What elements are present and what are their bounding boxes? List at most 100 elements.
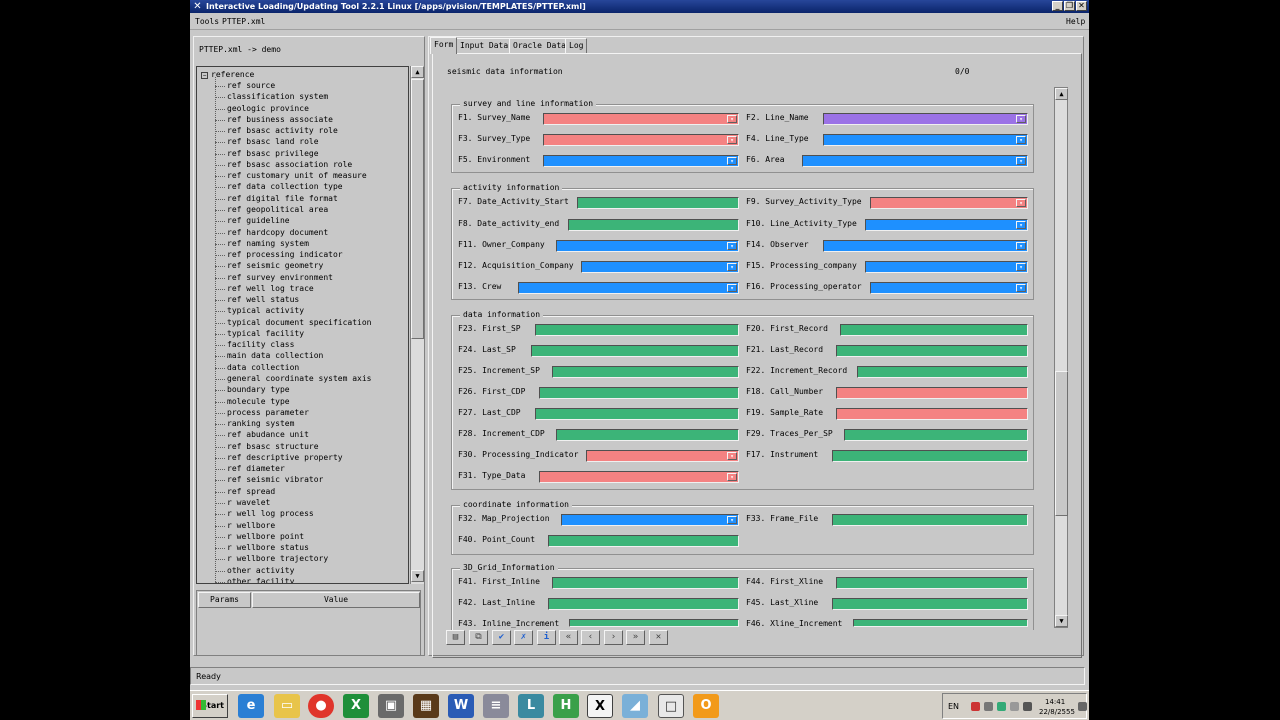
dropdown-arrow-icon[interactable]: ▾ (1016, 157, 1026, 165)
f19-input[interactable] (836, 408, 1028, 420)
title-bar[interactable]: ✕ Interactive Loading/Updating Tool 2.2.… (190, 0, 1089, 13)
remote-icon[interactable]: ▣ (378, 694, 404, 718)
dropdown-arrow-icon[interactable]: ▾ (727, 263, 737, 271)
new-document-icon[interactable]: ▤ (446, 630, 465, 645)
tree-item[interactable]: molecule type (227, 396, 290, 407)
tree-item[interactable]: ref descriptive property (227, 452, 343, 463)
tree-item[interactable]: typical activity (227, 305, 304, 316)
last-icon[interactable]: » (626, 630, 645, 645)
f31-dropdown[interactable]: ▾ (539, 471, 739, 483)
dropdown-arrow-icon[interactable]: ▾ (1016, 136, 1026, 144)
tree-item[interactable]: r well log process (227, 508, 314, 519)
scroll-down-arrow-icon[interactable]: ▼ (411, 570, 424, 582)
form-scrollbar[interactable]: ▲ ▼ (1054, 87, 1068, 628)
dropdown-arrow-icon[interactable]: ▾ (727, 473, 737, 481)
tree-item[interactable]: ref geopolitical area (227, 204, 328, 215)
tree-item[interactable]: general coordinate system axis (227, 373, 372, 384)
tree-item[interactable]: ref well log trace (227, 283, 314, 294)
tree-item[interactable]: ref bsasc land role (227, 136, 319, 147)
f26-input[interactable] (539, 387, 739, 399)
next-icon[interactable]: › (604, 630, 623, 645)
tree-root[interactable]: − reference (201, 69, 254, 80)
f30-dropdown[interactable]: ▾ (586, 450, 739, 462)
f16-dropdown[interactable]: ▾ (870, 282, 1028, 294)
f15-dropdown[interactable]: ▾ (865, 261, 1028, 273)
f44-input[interactable] (836, 577, 1028, 589)
tree-item[interactable]: other activity (227, 565, 294, 576)
f20-input[interactable] (840, 324, 1028, 336)
f7-input[interactable] (577, 197, 739, 209)
dropdown-arrow-icon[interactable]: ▾ (727, 284, 737, 292)
tree-item[interactable]: r wellbore (227, 520, 275, 531)
notepad-icon[interactable]: ◢ (622, 694, 648, 718)
folder-icon[interactable]: ▭ (274, 694, 300, 718)
check-icon[interactable]: ✔ (492, 630, 511, 645)
f5-dropdown[interactable]: ▾ (543, 155, 739, 167)
f11-dropdown[interactable]: ▾ (556, 240, 739, 252)
excel-icon[interactable]: X (343, 694, 369, 718)
chrome-icon[interactable]: ● (308, 694, 334, 718)
f41-input[interactable] (552, 577, 739, 589)
tree-item[interactable]: ref seismic geometry (227, 260, 323, 271)
tree-item[interactable]: ref hardcopy document (227, 227, 328, 238)
f42-input[interactable] (548, 598, 739, 610)
ie-icon[interactable]: e (238, 694, 264, 718)
copy-icon[interactable]: ⧉ (469, 630, 488, 645)
form-scroll-up-icon[interactable]: ▲ (1055, 88, 1068, 100)
menu-help[interactable]: Help (1066, 14, 1085, 30)
reference-tree[interactable]: − reference ref source classification syste… (196, 66, 409, 584)
first-icon[interactable]: « (559, 630, 578, 645)
f22-input[interactable] (857, 366, 1028, 378)
tree-item[interactable]: ref guideline (227, 215, 290, 226)
tree-item[interactable]: ref bsasc association role (227, 159, 352, 170)
f21-input[interactable] (836, 345, 1028, 357)
tree-item[interactable]: process parameter (227, 407, 309, 418)
tree-item[interactable]: boundary type (227, 384, 290, 395)
dropdown-arrow-icon[interactable]: ▾ (1016, 221, 1026, 229)
film-icon[interactable]: ▦ (413, 694, 439, 718)
tree-item[interactable]: ref business associate (227, 114, 333, 125)
tree-item[interactable]: geologic province (227, 103, 309, 114)
tree-item[interactable]: data collection (227, 362, 299, 373)
database-icon[interactable]: ≡ (483, 694, 509, 718)
tree-item[interactable]: r wellbore trajectory (227, 553, 328, 564)
f29-input[interactable] (844, 429, 1028, 441)
dropdown-arrow-icon[interactable]: ▾ (727, 136, 737, 144)
tab-log[interactable]: Log (565, 38, 588, 53)
collapse-icon[interactable]: − (201, 72, 208, 79)
tray-icon-1[interactable] (971, 702, 980, 711)
minimize-button[interactable]: _ (1052, 1, 1063, 11)
menu-file[interactable]: PTTEP.xml (222, 14, 265, 30)
close-button[interactable]: ✕ (1076, 1, 1087, 11)
tree-item[interactable]: ref source (227, 80, 275, 91)
tree-item[interactable]: ref spread (227, 486, 275, 497)
tree-item[interactable]: main data collection (227, 350, 323, 361)
dropdown-arrow-icon[interactable]: ▾ (1016, 284, 1026, 292)
restore-button[interactable]: ❐ (1064, 1, 1075, 11)
tab-oracle-data[interactable]: Oracle Data (509, 38, 570, 53)
tree-item[interactable]: r wavelet (227, 497, 270, 508)
menu-tools[interactable]: Tools (195, 14, 219, 30)
dropdown-arrow-icon[interactable]: ▾ (727, 157, 737, 165)
tree-item[interactable]: ranking system (227, 418, 294, 429)
tab-form[interactable]: Form (430, 37, 458, 54)
f2-dropdown[interactable]: ▾ (823, 113, 1028, 125)
f32-dropdown[interactable]: ▾ (561, 514, 739, 526)
f8-input[interactable] (568, 219, 739, 231)
f43-input[interactable] (569, 619, 739, 627)
value-header[interactable]: Value (252, 592, 420, 608)
tree-item[interactable]: ref naming system (227, 238, 309, 249)
f10-dropdown[interactable]: ▾ (865, 219, 1028, 231)
tree-item[interactable]: typical document specification (227, 317, 372, 328)
tree-item[interactable]: ref diameter (227, 463, 285, 474)
form-scroll-down-icon[interactable]: ▼ (1055, 615, 1068, 627)
f40-input[interactable] (548, 535, 739, 547)
start-button[interactable]: Start (192, 694, 228, 718)
f13-dropdown[interactable]: ▾ (518, 282, 739, 294)
f12-dropdown[interactable]: ▾ (581, 261, 739, 273)
tree-item[interactable]: ref seismic vibrator (227, 474, 323, 485)
tree-item[interactable]: other facility (227, 576, 294, 583)
scroll-thumb[interactable] (411, 79, 424, 339)
tree-item[interactable]: ref digital file format (227, 193, 338, 204)
f6-dropdown[interactable]: ▾ (802, 155, 1028, 167)
